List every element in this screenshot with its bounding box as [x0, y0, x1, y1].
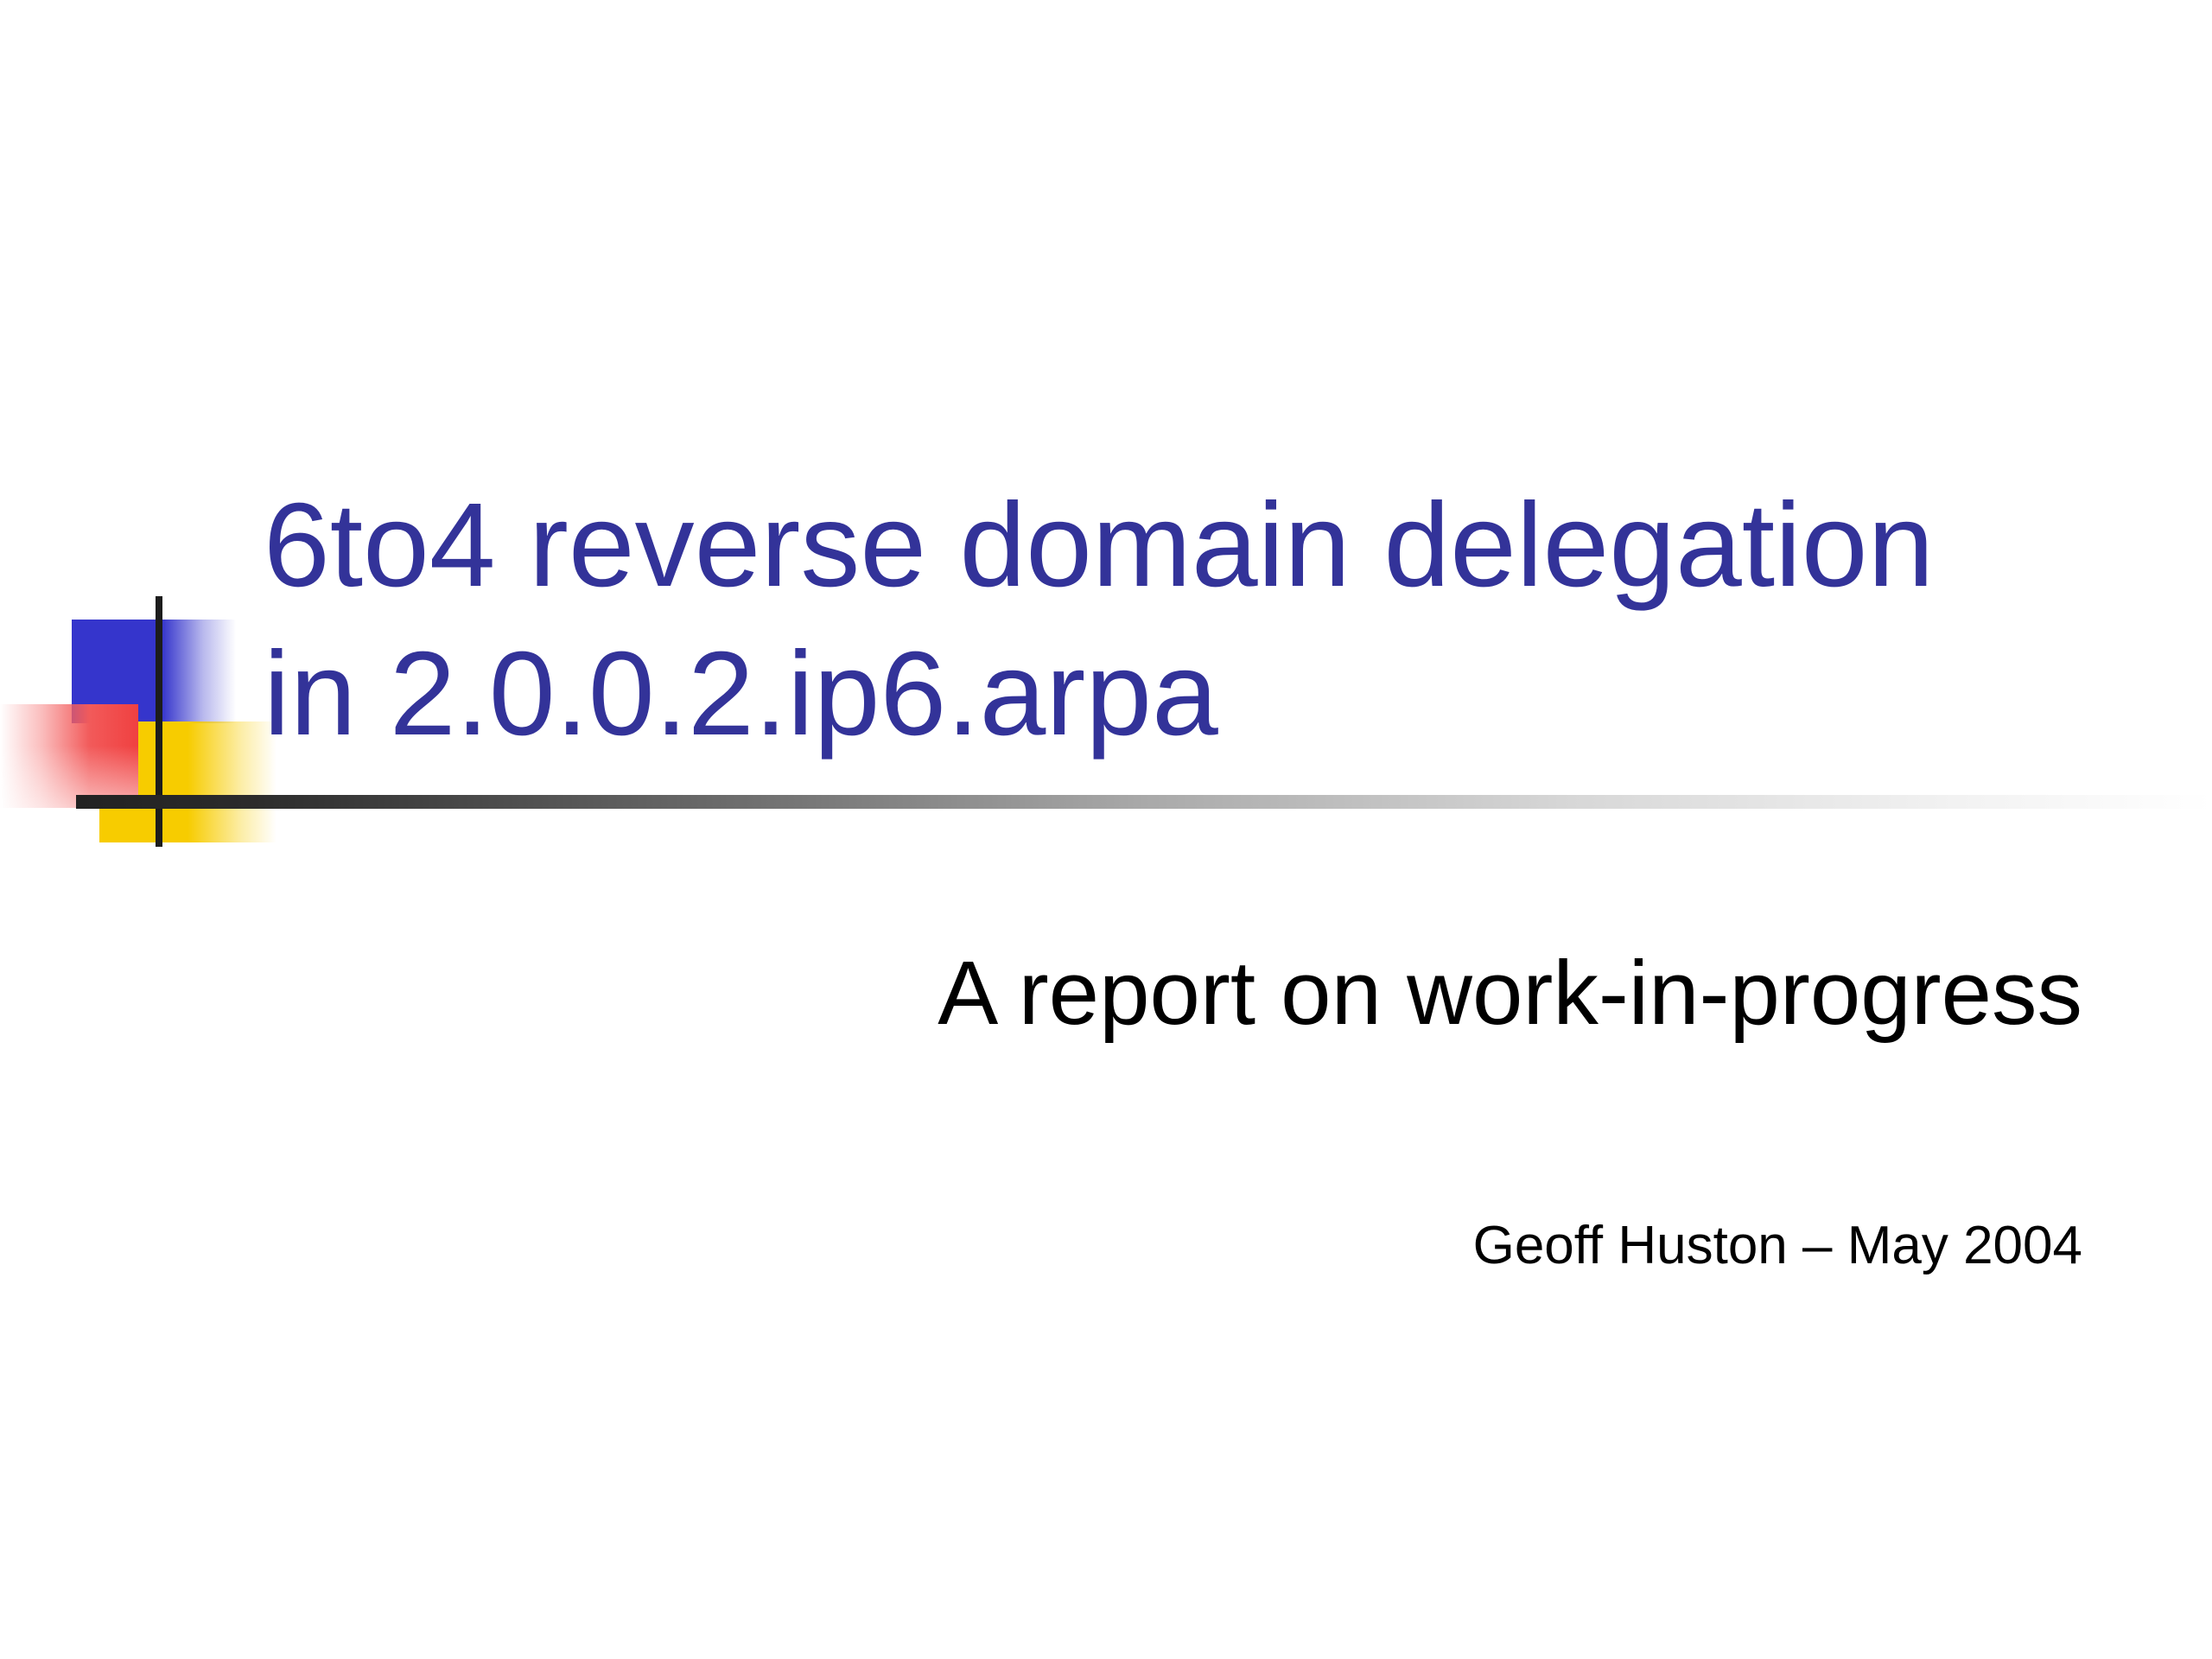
slide-title-line-1: 6to4 reverse domain delegation	[264, 479, 1935, 612]
vertical-rule-decoration	[156, 596, 162, 847]
title-slide: 6to4 reverse domain delegation in 2.0.0.…	[0, 0, 2212, 1659]
horizontal-gradient-rule	[76, 795, 2212, 809]
slide-title: 6to4 reverse domain delegation in 2.0.0.…	[264, 471, 2121, 768]
red-square-fade	[0, 704, 138, 808]
slide-subtitle: A report on work-in-progress	[938, 943, 2082, 1044]
slide-title-line-2: in 2.0.0.2.ip6.arpa	[264, 627, 1218, 760]
author-date-byline: Geoff Huston – May 2004	[1472, 1216, 2082, 1275]
